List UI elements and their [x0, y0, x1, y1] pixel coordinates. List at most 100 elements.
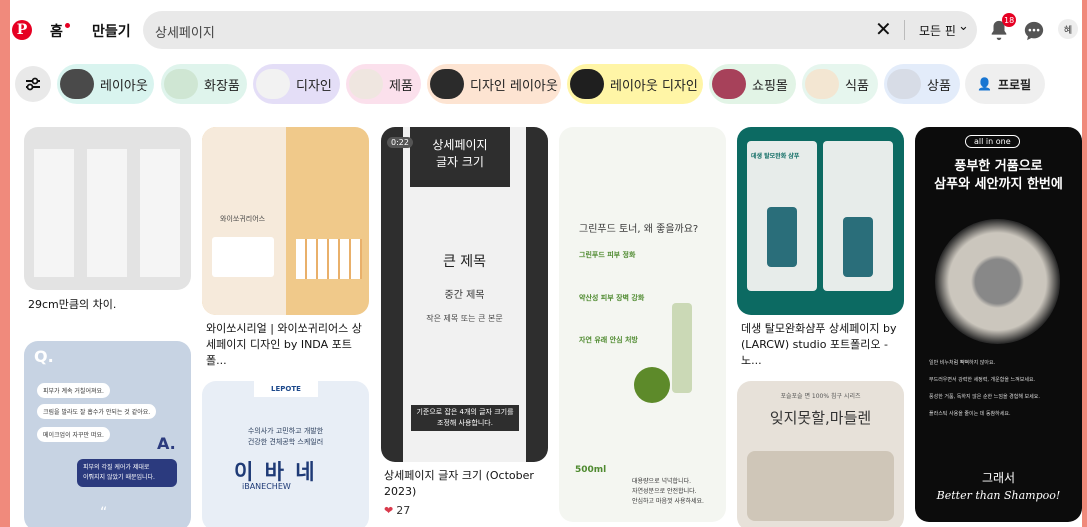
pin-image[interactable]: 와이쏘귀리어스	[202, 127, 369, 315]
chip-goods[interactable]: 상품	[884, 64, 960, 104]
pin-video[interactable]: 상세페이지 글자 크기 0:22 큰 제목 중간 제목 작은 제목 또는 큰 본…	[381, 127, 548, 462]
top-bar: P 홈 만들기 상세페이지 ✕ 모든 핀 ⌄ 18 혜	[10, 0, 1082, 62]
pin-image[interactable]: 그린푸드 토너, 왜 좋을까요? 그린푸드 피부 정화 약산성 피부 장벽 강화…	[559, 127, 726, 522]
chip-label: 디자인 레이아웃	[470, 78, 558, 94]
chip-product[interactable]: 제품	[346, 64, 421, 104]
pin-text: 대용량으로 넉넉합니다. 자연성분으로 안전합니다. 안심하고 마음껏 사용하세…	[632, 478, 704, 505]
search-input[interactable]: 상세페이지	[155, 22, 215, 41]
chip-label: 식품	[845, 78, 869, 94]
pin-text: 피부의 각질 케어가 제대로 이뤄지지 않았기 때문입니다.	[77, 459, 177, 487]
product-box	[212, 237, 274, 277]
pin-text: Q.	[34, 347, 54, 366]
pin-text: 상세페이지 글자 크기	[410, 127, 510, 187]
pin-text: all in one	[965, 135, 1020, 148]
pin-title[interactable]: 데생 탈모완화샴푸 상세페이지 by (LARCW) studio 포트폴리오 …	[741, 321, 901, 369]
pin-text: 그린푸드 토너, 왜 좋을까요?	[579, 224, 699, 235]
chip-cosmetics[interactable]: 화장품	[161, 64, 247, 104]
pin-text: 풍성한 거품, 독하지 않은 순한 느낌을 경험해 보세요.	[929, 394, 1040, 400]
pin-text: 그린푸드 피부 정화	[579, 251, 636, 259]
messages-icon[interactable]	[1023, 20, 1045, 42]
pin-text: “	[100, 505, 108, 521]
pin-image[interactable]	[24, 127, 191, 290]
chip-thumbnail	[349, 69, 383, 99]
avatar[interactable]: 혜	[1058, 19, 1078, 39]
pin-text: 작은 제목 또는 큰 본문	[426, 314, 503, 323]
like-count: 27	[396, 504, 411, 517]
pin-text: 일반 비누처럼 뻑뻑하지 않아요.	[929, 360, 996, 366]
pin-image[interactable]: 데생 탈모완화 샴푸	[737, 127, 904, 315]
wireframe-block	[87, 149, 127, 277]
search-bar[interactable]: 상세페이지 ✕ 모든 핀 ⌄	[143, 11, 977, 49]
chip-thumbnail	[570, 69, 604, 99]
pin-text: 부드러우면서 강력한 세정력, 개운함을 느껴보세요.	[929, 377, 1036, 383]
pin-title[interactable]: 상세페이지 글자 크기 (October 2023)	[384, 468, 546, 500]
pinterest-logo-icon[interactable]: P	[12, 20, 32, 40]
chip-label: 화장품	[204, 78, 240, 94]
bottle	[767, 207, 797, 267]
person-icon: 👤	[977, 77, 992, 91]
chip-layout[interactable]: 레이아웃	[57, 64, 154, 104]
pin-image[interactable]: LEPOTE 수의사가 고민하고 개발한 건강한 견체공학 스케일러 이 바 네…	[202, 381, 369, 527]
pin-text: 크림을 발라도 잘 흡수가 안되는 것 같아요.	[37, 404, 157, 419]
pin-text: Better than Shampoo!	[936, 489, 1061, 502]
chip-thumbnail	[887, 69, 921, 99]
nav-home[interactable]: 홈	[50, 21, 63, 41]
pin-title[interactable]: 와이쏘시리얼 | 와이쏘귀리어스 상세페이지 디자인 by INDA 포트폴..…	[206, 321, 366, 369]
avocado	[634, 367, 670, 403]
chip-thumbnail	[430, 69, 464, 99]
pin-text: 메이크업이 자꾸만 떠요.	[37, 427, 110, 442]
pin-text: 풍부한 거품으로 삼푸와 세안까지 한번에	[934, 159, 1063, 192]
pin-image[interactable]: all in one 풍부한 거품으로 삼푸와 세안까지 한번에 일반 비누처럼…	[915, 127, 1082, 522]
search-divider	[904, 20, 905, 40]
pin-text: 포슬포슬 면 100% 침구 시리즈	[780, 393, 861, 400]
bottle	[672, 303, 692, 393]
chip-layout-design[interactable]: 레이아웃 디자인	[567, 64, 703, 104]
chip-profile[interactable]: 👤 프로필	[965, 64, 1045, 104]
pin-text: 그래서	[981, 471, 1016, 485]
clear-search-icon[interactable]: ✕	[875, 17, 892, 41]
pin-image[interactable]: 포슬포슬 면 100% 침구 시리즈 잊지못할,마들렌	[737, 381, 904, 527]
pin-text: 수의사가 고민하고 개발한 건강한 견체공학 스케일러	[247, 427, 324, 446]
pin-text: 중간 제목	[444, 290, 485, 301]
pin-text: 기준으로 잡은 4개의 글자 크기를 조정해 사용합니다.	[411, 405, 519, 431]
page: P 홈 만들기 상세페이지 ✕ 모든 핀 ⌄ 18 혜 레이아웃 화장품 디자인…	[10, 0, 1082, 527]
pin-text: 데생 탈모완화 샴푸	[751, 153, 800, 160]
chip-thumbnail	[805, 69, 839, 99]
chip-thumbnail	[60, 69, 94, 99]
pin-text: 자연 유래 안심 처방	[579, 336, 638, 344]
search-filter-dropdown[interactable]: 모든 핀	[919, 22, 956, 39]
filter-sliders-icon[interactable]	[15, 66, 51, 102]
chip-label: 레이아웃	[100, 78, 148, 94]
pin-text: 피부가 계속 거칠어져요.	[37, 383, 110, 398]
pin-text: LEPOTE	[254, 381, 318, 397]
notification-badge: 18	[1002, 13, 1017, 27]
pin-text: 플라스틱 사용을 줄이는 데 동참하세요.	[929, 411, 1011, 417]
pin-title[interactable]: 29cm만큼의 차이.	[28, 297, 188, 313]
wireframe-block	[140, 149, 180, 277]
chip-design-layout[interactable]: 디자인 레이아웃	[427, 64, 561, 104]
bottle	[843, 217, 873, 277]
foam-image	[935, 219, 1060, 344]
chip-label: 프로필	[997, 77, 1032, 92]
chip-label: 레이아웃 디자인	[610, 78, 698, 94]
product-row	[296, 239, 362, 279]
chevron-down-icon[interactable]: ⌄	[958, 19, 969, 34]
chip-thumbnail	[712, 69, 746, 99]
pillow	[747, 451, 894, 521]
chip-label: 디자인	[296, 78, 332, 94]
chip-food[interactable]: 식품	[802, 64, 878, 104]
nav-create[interactable]: 만들기	[92, 21, 131, 41]
pin-reactions: ❤ 27	[384, 504, 410, 517]
chip-thumbnail	[256, 69, 290, 99]
pin-text: 큰 제목	[442, 254, 487, 270]
chip-design[interactable]: 디자인	[253, 64, 340, 104]
chip-thumbnail	[164, 69, 198, 99]
pin-image[interactable]: Q. 피부가 계속 거칠어져요. 크림을 발라도 잘 흡수가 안되는 것 같아요…	[24, 341, 191, 527]
guide-chip-bar: 레이아웃 화장품 디자인 제품 디자인 레이아웃 레이아웃 디자인 쇼핑몰 식품…	[10, 64, 1082, 106]
chip-label: 상품	[927, 78, 951, 94]
chip-shopping-mall[interactable]: 쇼핑몰	[709, 64, 796, 104]
pin-text: 와이쏘귀리어스	[220, 215, 266, 223]
video-duration: 0:22	[387, 137, 413, 148]
wireframe-block	[34, 149, 74, 277]
chip-label: 쇼핑몰	[752, 78, 788, 94]
